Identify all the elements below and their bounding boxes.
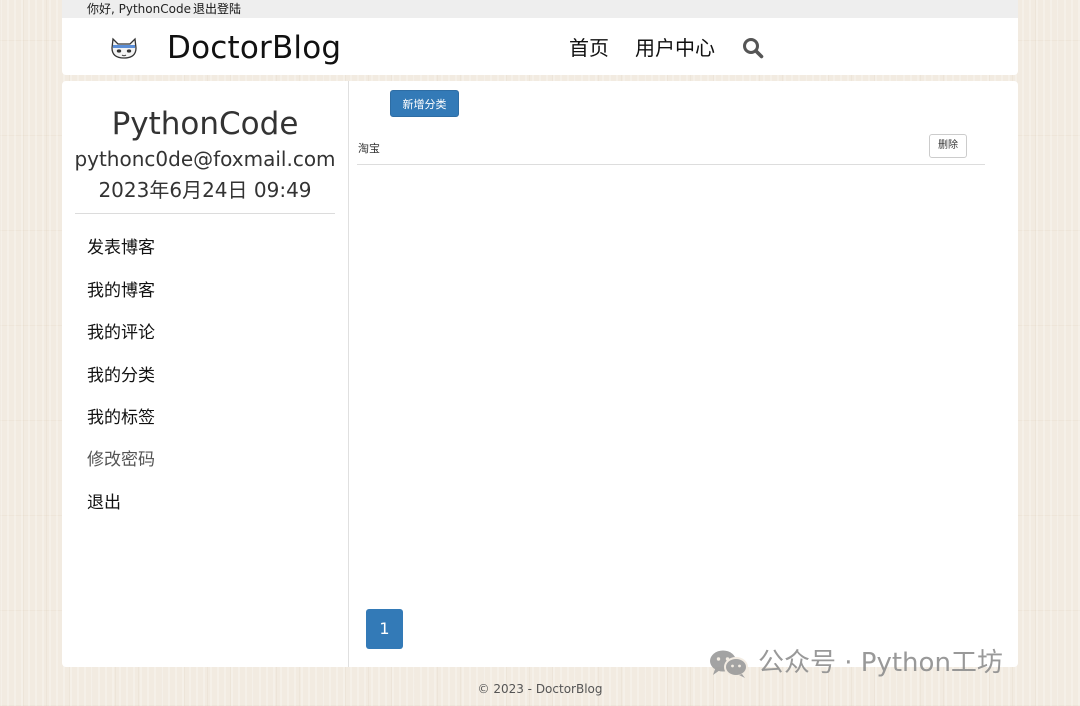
category-row: 淘宝 删除 bbox=[357, 132, 985, 165]
greeting-text: 你好, PythonCode bbox=[87, 2, 191, 16]
add-category-button[interactable]: 新增分类 bbox=[390, 90, 459, 117]
delete-category-button[interactable]: 删除 bbox=[929, 134, 967, 158]
menu-item-my-blogs[interactable]: 我的博客 bbox=[87, 279, 155, 303]
profile-divider bbox=[75, 213, 335, 214]
pagination-page-button[interactable]: 1 bbox=[366, 609, 403, 649]
nav-link-user-center[interactable]: 用户中心 bbox=[635, 35, 715, 61]
menu-item-my-comments[interactable]: 我的评论 bbox=[87, 321, 155, 345]
menu-item-logout[interactable]: 退出 bbox=[87, 491, 121, 515]
content-area: 新增分类 淘宝 删除 1 bbox=[349, 81, 1018, 667]
nav-link-home[interactable]: 首页 bbox=[569, 35, 609, 61]
profile-name: PythonCode bbox=[111, 106, 299, 142]
brand-title[interactable]: DoctorBlog bbox=[167, 28, 341, 68]
navbar: DoctorBlog 首页 用户中心 bbox=[62, 18, 1018, 75]
sidebar: PythonCode pythonc0de@foxmail.com 2023年6… bbox=[62, 81, 349, 667]
profile-email: pythonc0de@foxmail.com bbox=[74, 147, 336, 171]
footer-copyright: © 2023 - DoctorBlog bbox=[477, 682, 603, 696]
watermark-text: 公众号 · Python工坊 bbox=[758, 648, 1003, 678]
logout-link[interactable]: 退出登陆 bbox=[193, 0, 241, 18]
menu-item-my-categories[interactable]: 我的分类 bbox=[87, 364, 155, 388]
menu-item-change-password[interactable]: 修改密码 bbox=[87, 448, 155, 472]
category-name: 淘宝 bbox=[358, 142, 380, 155]
search-icon[interactable] bbox=[742, 37, 764, 59]
profile-date: 2023年6月24日 09:49 bbox=[98, 178, 312, 202]
wechat-icon bbox=[710, 650, 748, 678]
menu-item-publish-blog[interactable]: 发表博客 bbox=[87, 236, 155, 260]
menu-item-my-tags[interactable]: 我的标签 bbox=[87, 406, 155, 430]
cat-face-icon[interactable] bbox=[109, 36, 139, 60]
top-strip: 你好, PythonCode 退出登陆 bbox=[62, 0, 1018, 18]
main-panel: PythonCode pythonc0de@foxmail.com 2023年6… bbox=[62, 81, 1018, 667]
